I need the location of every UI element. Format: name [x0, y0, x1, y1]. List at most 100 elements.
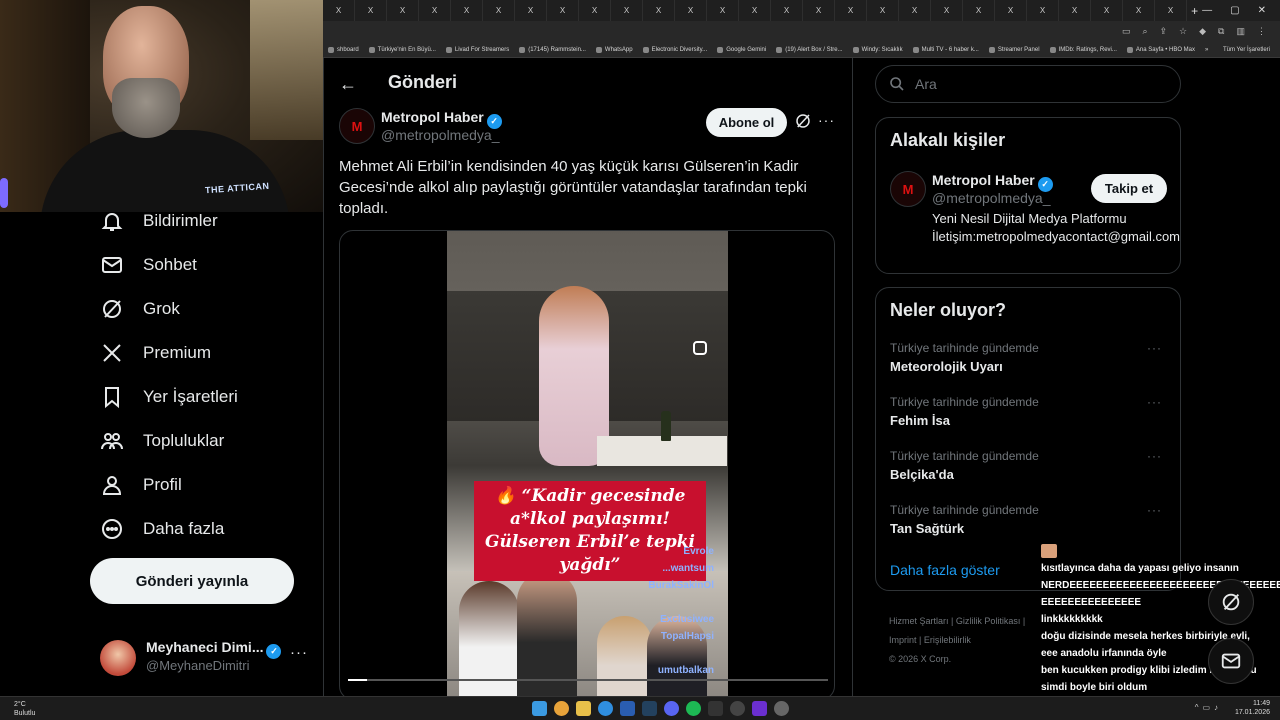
author-handle[interactable]: @metropolmedya_	[381, 127, 500, 143]
bookmark-item[interactable]: shboard	[323, 46, 364, 53]
bookmark-item[interactable]: Multi TV - 6 haber k...	[908, 46, 984, 53]
post-video[interactable]: 🔥 “Kadir gecesinde a*lkol paylaşımı! Gül…	[339, 230, 835, 696]
nav-item-grok[interactable]: Grok	[100, 294, 180, 324]
browser-tab[interactable]: X	[707, 0, 739, 21]
browser-tab[interactable]: X	[1059, 0, 1091, 21]
system-tray[interactable]: ^▭♪	[1195, 703, 1222, 712]
account-switcher[interactable]: Meyhaneci Dimi... ✓ @MeyhaneDimitri ···	[100, 638, 310, 678]
nav-item-premium[interactable]: Premium	[100, 338, 211, 368]
weather-widget[interactable]: 2°C Bulutlu	[14, 700, 35, 718]
sidebar-icon[interactable]: ▥	[1236, 26, 1245, 37]
bookmark-item[interactable]: Windy: Sıcaklık	[848, 46, 908, 53]
browser-tab[interactable]: X	[963, 0, 995, 21]
extensions-puzzle-icon[interactable]: ⧉	[1218, 26, 1224, 37]
bookmark-item[interactable]: Streamer Panel	[984, 46, 1045, 53]
browser-tab[interactable]: X	[515, 0, 547, 21]
steam-icon[interactable]	[642, 701, 657, 716]
clock[interactable]: 11:49 17.01.2026	[1235, 699, 1270, 717]
browser-tab[interactable]: X	[387, 0, 419, 21]
related-name-row[interactable]: Metropol Haber ✓	[932, 172, 1053, 192]
spotify-icon[interactable]	[686, 701, 701, 716]
bookmark-item[interactable]: Electronic Diversity...	[638, 46, 713, 53]
nav-item-profile[interactable]: Profil	[100, 470, 182, 500]
bookmark-item[interactable]: (19) Alert Box / Stre...	[771, 46, 847, 53]
epic-games-icon[interactable]	[708, 701, 723, 716]
bookmarks-overflow-button[interactable]: »	[1200, 47, 1213, 53]
bookmark-item[interactable]: Ana Sayfa • HBO Max	[1122, 46, 1200, 53]
chrome-icon[interactable]	[554, 701, 569, 716]
browser-tab[interactable]: X	[419, 0, 451, 21]
browser-tab[interactable]: X	[739, 0, 771, 21]
obs-icon[interactable]	[730, 701, 745, 716]
bookmark-item[interactable]: IMDb: Ratings, Revi...	[1045, 46, 1122, 53]
related-handle[interactable]: @metropolmedya_	[932, 190, 1051, 206]
all-bookmarks-folder[interactable]: Tüm Yer İşaretleri	[1218, 47, 1280, 53]
trend-item[interactable]: Türkiye tarihinde gündemde Tan Sağtürk ·…	[890, 503, 1170, 536]
browser-tab[interactable]: X	[675, 0, 707, 21]
app-icon[interactable]	[620, 701, 635, 716]
cast-icon[interactable]: ▭	[1122, 26, 1131, 37]
browser-tab[interactable]: X	[451, 0, 483, 21]
grok-icon[interactable]	[794, 112, 812, 130]
trend-more-icon[interactable]: ···	[1147, 395, 1162, 409]
nav-item-bookmarks[interactable]: Yer İşaretleri	[100, 382, 238, 412]
related-avatar[interactable]: M	[890, 171, 926, 207]
trend-item[interactable]: Türkiye tarihinde gündemde Fehim İsa ···	[890, 395, 1170, 428]
trend-more-icon[interactable]: ···	[1147, 449, 1162, 463]
browser-tab[interactable]: X	[1027, 0, 1059, 21]
nav-item-chat[interactable]: Sohbet	[100, 250, 197, 280]
browser-tab[interactable]: X	[899, 0, 931, 21]
close-icon[interactable]: ✕	[1258, 5, 1266, 16]
star-icon[interactable]: ☆	[1179, 26, 1187, 37]
bookmark-item[interactable]: (17145) Rammstein...	[514, 46, 591, 53]
show-more-link[interactable]: Daha fazla göster	[890, 562, 1000, 578]
bookmark-item[interactable]: Livad For Streamers	[441, 46, 514, 53]
edge-icon[interactable]	[598, 701, 613, 716]
trend-item[interactable]: Türkiye tarihinde gündemde Belçika'da ··…	[890, 449, 1170, 482]
zoom-icon[interactable]: ⌕	[1142, 26, 1147, 37]
share-icon[interactable]: ⇪	[1160, 26, 1168, 37]
grok-float-button[interactable]	[1208, 579, 1254, 625]
trend-item[interactable]: Türkiye tarihinde gündemde Meteorolojik …	[890, 341, 1170, 374]
minimize-icon[interactable]: —	[1202, 5, 1212, 16]
bookmark-item[interactable]: Türkiye'nin En Büyü...	[364, 46, 441, 53]
browser-tab[interactable]: X	[995, 0, 1027, 21]
new-tab-button[interactable]: +	[1187, 4, 1202, 18]
post-more-icon[interactable]: ···	[818, 112, 835, 128]
kick-icon[interactable]	[752, 701, 767, 716]
search-box[interactable]: Ara	[875, 65, 1181, 103]
author-avatar[interactable]: M	[339, 108, 375, 144]
nav-item-more[interactable]: Daha fazla	[100, 514, 224, 544]
author-name-row[interactable]: Metropol Haber ✓	[381, 109, 502, 129]
extension-icon[interactable]: ◆	[1199, 26, 1206, 37]
nav-item-communities[interactable]: Topluluklar	[100, 426, 224, 456]
browser-tab[interactable]: X	[355, 0, 387, 21]
app-icon[interactable]	[774, 701, 789, 716]
browser-tab[interactable]: X	[483, 0, 515, 21]
discord-icon[interactable]	[664, 701, 679, 716]
bookmark-item[interactable]: Google Gemini	[712, 46, 771, 53]
browser-tab[interactable]: X	[323, 0, 355, 21]
video-progress-bar[interactable]	[348, 679, 828, 681]
trend-more-icon[interactable]: ···	[1147, 341, 1162, 355]
browser-menu-icon[interactable]: ⋮	[1257, 26, 1266, 37]
browser-tab[interactable]: X	[867, 0, 899, 21]
nav-item-notifications[interactable]: Bildirimler	[100, 206, 218, 236]
browser-tab[interactable]: X	[1091, 0, 1123, 21]
post-button[interactable]: Gönderi yayınla	[90, 558, 294, 604]
browser-tab[interactable]: X	[643, 0, 675, 21]
browser-tab[interactable]: X	[835, 0, 867, 21]
browser-tab[interactable]: X	[547, 0, 579, 21]
browser-tab[interactable]: X	[931, 0, 963, 21]
browser-tab[interactable]: X	[579, 0, 611, 21]
browser-tab[interactable]: X	[771, 0, 803, 21]
file-explorer-icon[interactable]	[576, 701, 591, 716]
account-more-icon[interactable]: ···	[290, 644, 308, 661]
browser-tab[interactable]: X	[1123, 0, 1155, 21]
bookmark-item[interactable]: WhatsApp	[591, 46, 638, 53]
messages-float-button[interactable]	[1208, 638, 1254, 684]
trend-more-icon[interactable]: ···	[1147, 503, 1162, 517]
back-arrow-icon[interactable]: ←	[339, 74, 357, 95]
follow-button[interactable]: Takip et	[1091, 174, 1167, 203]
subscribe-button[interactable]: Abone ol	[706, 108, 787, 137]
